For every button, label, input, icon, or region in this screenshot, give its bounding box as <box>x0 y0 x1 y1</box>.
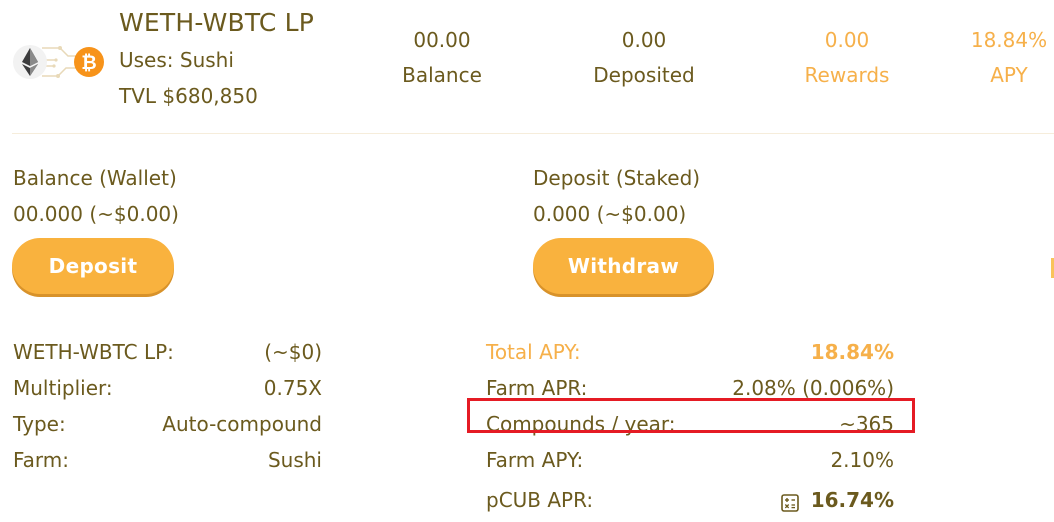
stat-deposited: 0.00 Deposited <box>544 28 744 87</box>
pool-uses: Uses: Sushi <box>119 48 234 72</box>
highlight-box <box>467 398 915 433</box>
farm-apy-value: 2.10% <box>830 448 894 472</box>
pool-title: WETH-WBTC LP <box>119 8 315 37</box>
detail-lp-key: WETH-WBTC LP: <box>13 340 174 364</box>
farm-apy-key: Farm APY: <box>486 448 584 472</box>
farm-apr-key: Farm APR: <box>486 376 588 400</box>
farm-apr-value: 2.08% (0.006%) <box>732 376 894 400</box>
stat-balance: 00.00 Balance <box>342 28 542 87</box>
detail-type-value: Auto-compound <box>162 412 322 436</box>
bitcoin-icon: ₿ <box>74 47 104 77</box>
pcub-apr-value: 16.74% <box>810 488 894 512</box>
total-apy-key: Total APY: <box>486 340 581 364</box>
header-divider <box>12 133 1054 134</box>
stat-apy-value: 18.84% <box>970 28 1048 52</box>
detail-type-key: Type: <box>13 412 66 436</box>
stat-deposited-value: 0.00 <box>621 28 667 52</box>
detail-row: Farm: Sushi <box>13 442 322 478</box>
stat-balance-label: Balance <box>402 63 482 87</box>
stat-apy: 18.84% APY <box>909 28 1054 87</box>
ethereum-icon <box>13 45 47 79</box>
detail-multiplier-value: 0.75X <box>263 376 322 400</box>
deposit-button[interactable]: Deposit <box>12 238 174 294</box>
wallet-balance-label: Balance (Wallet) <box>13 166 177 190</box>
stat-deposited-label: Deposited <box>593 63 695 87</box>
pool-tvl: TVL $680,850 <box>119 84 258 108</box>
detail-multiplier-key: Multiplier: <box>13 376 113 400</box>
detail-row: Multiplier: 0.75X <box>13 370 322 406</box>
wallet-balance-value: 00.000 (~$0.00) <box>13 202 179 226</box>
pool-logo: ₿ <box>12 40 107 84</box>
pool-details: WETH-WBTC LP: (~$0) Multiplier: 0.75X Ty… <box>13 334 322 478</box>
detail-lp-value: (~$0) <box>264 340 322 364</box>
apy-row-farm-apy: Farm APY: 2.10% <box>486 442 894 478</box>
apy-row-pcub: pCUB APR: 16.74% <box>486 478 894 522</box>
pcub-apr-value-wrap: 16.74% <box>780 488 894 512</box>
staked-balance-label: Deposit (Staked) <box>533 166 701 190</box>
svg-text:₿: ₿ <box>81 52 96 74</box>
detail-farm-key: Farm: <box>13 448 70 472</box>
detail-farm-value: Sushi <box>267 448 322 472</box>
apy-row-total: Total APY: 18.84% <box>486 334 894 370</box>
stat-balance-value: 00.00 <box>413 28 471 52</box>
staked-balance-value: 0.000 (~$0.00) <box>533 202 687 226</box>
detail-row: WETH-WBTC LP: (~$0) <box>13 334 322 370</box>
withdraw-button[interactable]: Withdraw <box>533 238 714 294</box>
calculator-icon[interactable] <box>780 493 799 512</box>
pcub-apr-key: pCUB APR: <box>486 488 594 512</box>
stat-apy-label: APY <box>990 63 1028 87</box>
detail-row: Type: Auto-compound <box>13 406 322 442</box>
total-apy-value: 18.84% <box>810 340 894 364</box>
